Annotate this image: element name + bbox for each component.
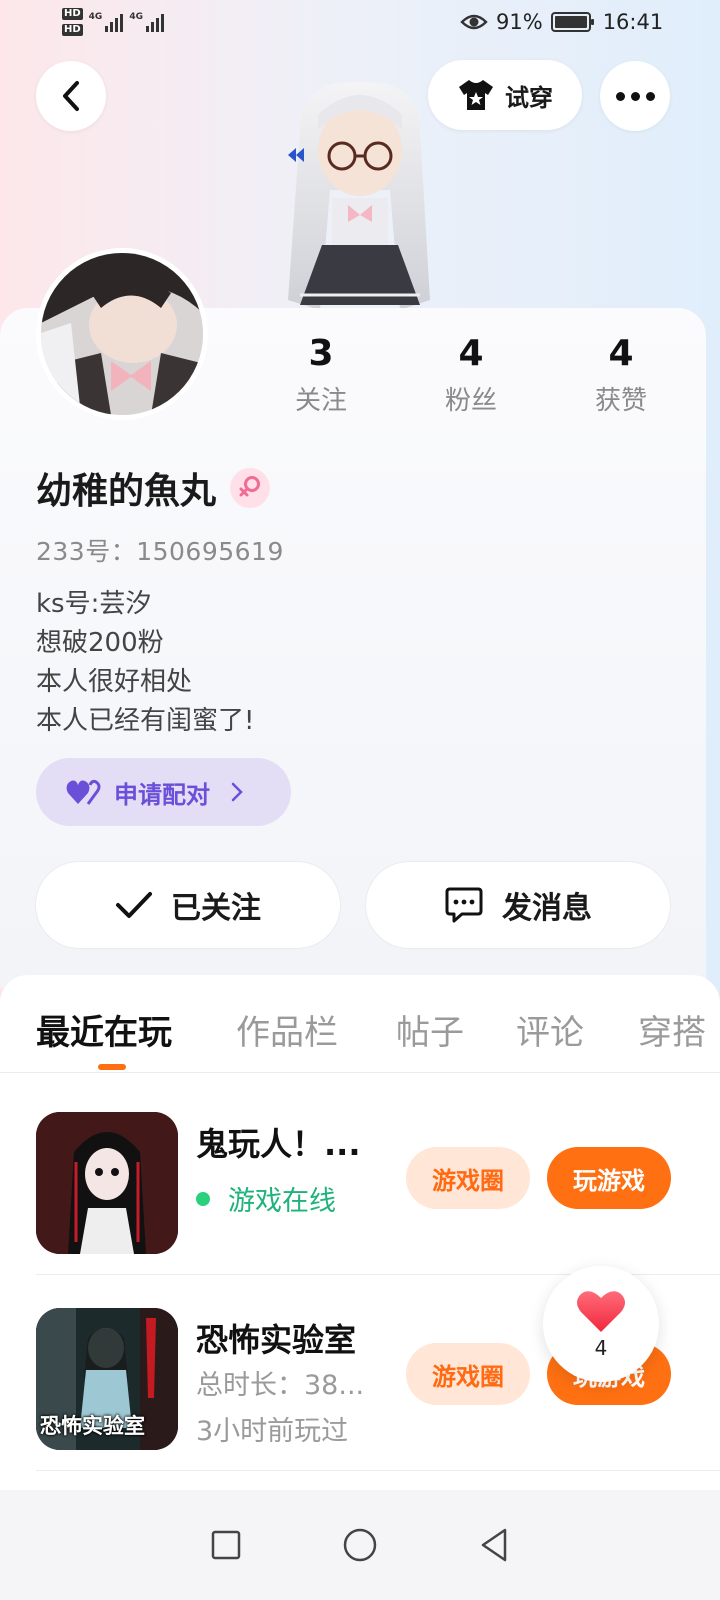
pair-request-label: 申请配对: [114, 780, 210, 809]
game-circle-button[interactable]: 游戏圈: [406, 1147, 530, 1209]
hd-badge-1: HD: [62, 8, 83, 20]
tab-outfits[interactable]: 穿搭: [638, 1005, 706, 1054]
more-button[interactable]: [600, 61, 670, 131]
like-count: 4: [594, 1336, 608, 1360]
game-icon-caption: 恐怖实验室: [40, 1414, 145, 1438]
stat-following[interactable]: 3 关注: [246, 330, 396, 417]
followed-button[interactable]: 已关注: [36, 862, 340, 948]
stat-likes[interactable]: 4 获赞: [546, 330, 696, 417]
content-panel: 最近在玩 作品栏 帖子 评论 穿搭 鬼玩人！... 游戏在线 游戏圈 玩游戏 恐…: [0, 975, 720, 1495]
game-last-played: 3小时前玩过: [196, 1416, 349, 1447]
nickname-row: 幼稚的魚丸: [36, 462, 271, 514]
bio-line: ks号:芸汐: [36, 589, 152, 619]
online-dot-icon: [196, 1191, 210, 1206]
game-status-text: 游戏在线: [228, 1186, 336, 1217]
signal-icon-2: 4G: [129, 12, 164, 32]
bio-line: 本人已经有闺蜜了!: [36, 706, 255, 736]
back-nav-button[interactable]: [478, 1527, 510, 1563]
try-on-button[interactable]: 试穿: [428, 60, 582, 130]
tab-works[interactable]: 作品栏: [236, 1005, 338, 1054]
chevron-right-icon: [231, 782, 243, 802]
stat-value: 3: [308, 333, 334, 374]
signal-icon-1: 4G: [89, 12, 124, 32]
more-icon: [615, 91, 655, 101]
tab-posts[interactable]: 帖子: [396, 1005, 464, 1054]
chevron-left-icon: [63, 81, 79, 111]
game-online-status: 游戏在线: [196, 1179, 336, 1218]
tshirt-icon: [459, 80, 493, 110]
stat-value: 4: [608, 333, 634, 374]
battery-percent: 91%: [496, 10, 543, 34]
tab-recently-played[interactable]: 最近在玩: [36, 1005, 172, 1054]
clock: 16:41: [602, 10, 664, 34]
system-nav-bar: [0, 1490, 720, 1600]
network-indicators: HD HD 4G 4G: [62, 8, 164, 36]
nickname: 幼稚的魚丸: [36, 471, 217, 512]
home-button[interactable]: [342, 1527, 378, 1563]
game-list-item[interactable]: 鬼玩人！... 游戏在线 游戏圈 玩游戏: [36, 1079, 720, 1275]
profile-stats: 3 关注 4 粉丝 4 获赞: [246, 330, 696, 417]
stat-label: 获赞: [594, 386, 647, 416]
avatar[interactable]: [36, 248, 208, 420]
game-title: 鬼玩人！...: [196, 1125, 361, 1163]
play-game-button[interactable]: 玩游戏: [547, 1147, 671, 1209]
bio: ks号:芸汐 想破200粉 本人很好相处 本人已经有闺蜜了!: [36, 585, 254, 741]
like-float-button[interactable]: 4: [543, 1266, 659, 1382]
stat-value: 4: [458, 333, 484, 374]
tab-indicator: [98, 1064, 126, 1070]
game-circle-button[interactable]: 游戏圈: [406, 1343, 530, 1405]
avatar-image: [41, 253, 203, 415]
bio-line: 本人很好相处: [36, 667, 193, 697]
hd-badge-2: HD: [62, 24, 83, 36]
recent-apps-button[interactable]: [210, 1529, 242, 1561]
game-title: 恐怖实验室: [196, 1321, 357, 1359]
send-message-button[interactable]: 发消息: [366, 862, 670, 948]
send-message-label: 发消息: [502, 891, 592, 926]
pair-request-button[interactable]: 申请配对: [36, 758, 291, 826]
followed-label: 已关注: [171, 891, 261, 926]
game-play-duration: 总时长：38...: [196, 1370, 365, 1401]
user-id: 233号：150695619: [36, 537, 284, 566]
eye-icon: [460, 14, 488, 30]
status-bar: HD HD 4G 4G 91% 16:41: [0, 0, 720, 48]
heart-icon: [577, 1291, 625, 1332]
game-icon[interactable]: [36, 1112, 178, 1254]
stat-fans[interactable]: 4 粉丝: [396, 330, 546, 417]
back-button[interactable]: [36, 61, 106, 131]
game-icon[interactable]: 恐怖实验室: [36, 1308, 178, 1450]
double-heart-icon: [66, 779, 101, 805]
stat-label: 关注: [294, 386, 347, 416]
tab-comments[interactable]: 评论: [516, 1005, 584, 1054]
female-icon: [230, 468, 271, 508]
chat-bubble-icon: [445, 887, 483, 923]
battery-icon: [550, 12, 594, 32]
tab-bar: 最近在玩 作品栏 帖子 评论 穿搭: [0, 975, 720, 1073]
stat-label: 粉丝: [444, 386, 497, 416]
try-on-label: 试穿: [505, 83, 553, 112]
check-icon: [116, 892, 152, 918]
bio-line: 想破200粉: [36, 628, 164, 658]
